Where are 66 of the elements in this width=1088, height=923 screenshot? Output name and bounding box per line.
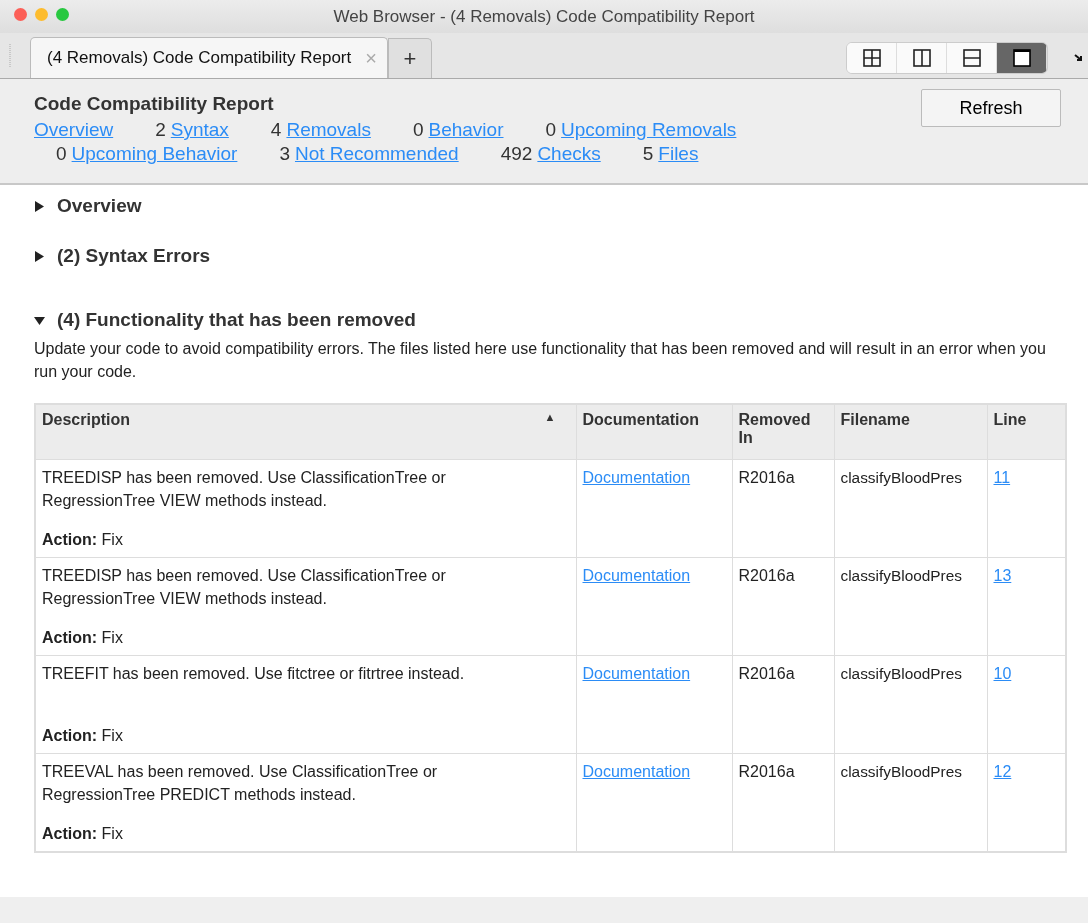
expand-triangle-icon[interactable] bbox=[34, 314, 45, 326]
expand-triangle-icon[interactable] bbox=[34, 200, 45, 212]
summary-link[interactable]: Removals bbox=[286, 119, 371, 141]
summary-link[interactable]: Files bbox=[658, 143, 699, 165]
count-label: 5 bbox=[642, 143, 654, 165]
count-label: 0 bbox=[56, 143, 67, 165]
table-cell: R2016a bbox=[732, 655, 834, 754]
documentation-link[interactable]: Documentation bbox=[582, 665, 691, 682]
table-cell: classifyBloodPres bbox=[834, 557, 987, 656]
count-label: 492 bbox=[500, 143, 533, 165]
count-label: 3 bbox=[279, 143, 290, 165]
new-tab-button[interactable]: + bbox=[387, 38, 432, 78]
action-text: Action: Fix bbox=[42, 530, 124, 550]
documentation-link[interactable]: Documentation bbox=[582, 567, 691, 584]
column-header[interactable]: Documentation bbox=[576, 404, 732, 460]
line-link[interactable]: 13 bbox=[993, 567, 1012, 584]
layout-segmented-control[interactable] bbox=[846, 41, 1048, 74]
single-layout-icon bbox=[1012, 48, 1031, 67]
close-tab-button[interactable]: × bbox=[365, 46, 377, 70]
column-header[interactable]: Removed In bbox=[732, 404, 834, 460]
description-text: TREEDISP has been removed. Use ClassificationTree or RegressionTree VIEW methods instead. bbox=[42, 566, 447, 609]
section-description: Update your code to avoid compatibility errors. The files listed here use functionality that has been removed and will result in an error when you run your code. bbox=[34, 339, 1047, 382]
summary-link[interactable]: Not Recommended bbox=[294, 143, 459, 165]
line-link[interactable]: 12 bbox=[993, 763, 1012, 780]
count-label: 0 bbox=[412, 119, 424, 141]
description-text: TREEVAL has been removed. Use ClassificationTree or RegressionTree PREDICT methods instead. bbox=[42, 762, 439, 805]
browser-tab[interactable]: (4 Removals) Code Compatibility Report × bbox=[30, 37, 388, 78]
action-text: Action: Fix bbox=[42, 628, 124, 648]
line-link[interactable]: 11 bbox=[993, 469, 1011, 486]
summary-link[interactable]: Behavior bbox=[428, 119, 504, 141]
table-cell: classifyBloodPres bbox=[834, 459, 987, 558]
rows-layout-icon bbox=[962, 48, 981, 67]
count-label: 0 bbox=[545, 119, 557, 141]
description-text: TREEFIT has been removed. Use fitctree or fitrtree instead. bbox=[42, 664, 466, 684]
line-link[interactable]: 10 bbox=[993, 665, 1012, 682]
action-text: Action: Fix bbox=[42, 824, 124, 844]
summary-link[interactable]: Overview bbox=[34, 119, 114, 141]
documentation-link[interactable]: Documentation bbox=[582, 763, 691, 780]
layout-single-button[interactable] bbox=[997, 42, 1047, 73]
table-cell: R2016a bbox=[732, 557, 834, 656]
grid-layout-icon bbox=[862, 48, 881, 67]
summary-link[interactable]: Checks bbox=[537, 143, 601, 165]
section-title[interactable]: (2) Syntax Errors bbox=[57, 245, 211, 267]
section-title[interactable]: Overview bbox=[57, 195, 142, 217]
summary-link[interactable]: Syntax bbox=[170, 119, 229, 141]
refresh-button[interactable]: Refresh bbox=[921, 89, 1061, 127]
window-title: Web Browser - (4 Removals) Code Compatibility Report bbox=[333, 6, 755, 27]
section-title[interactable]: (4) Functionality that has been removed bbox=[57, 309, 416, 331]
count-label: 2 bbox=[155, 119, 166, 141]
count-label: 4 bbox=[270, 119, 282, 141]
column-header[interactable]: Line bbox=[987, 404, 1066, 460]
summary-link[interactable]: Upcoming Behavior bbox=[71, 143, 238, 165]
table-cell: R2016a bbox=[732, 459, 834, 558]
layout-grid-button[interactable] bbox=[847, 42, 897, 73]
column-header[interactable]: Filename bbox=[834, 404, 987, 460]
columns-layout-icon bbox=[912, 48, 931, 67]
sort-indicator: ▲ bbox=[544, 411, 557, 425]
expand-triangle-icon[interactable] bbox=[34, 250, 45, 262]
summary-link[interactable]: Upcoming Removals bbox=[561, 119, 737, 141]
documentation-link[interactable]: Documentation bbox=[582, 469, 691, 486]
arrow-icon[interactable] bbox=[1074, 52, 1084, 63]
table-cell: classifyBloodPres bbox=[834, 655, 987, 754]
action-text: Action: Fix bbox=[42, 726, 124, 746]
description-text: TREEDISP has been removed. Use ClassificationTree or RegressionTree VIEW methods instead. bbox=[42, 468, 447, 511]
column-header[interactable]: Description ▲ bbox=[35, 404, 576, 460]
report-title: Code Compatibility Report bbox=[34, 93, 274, 115]
